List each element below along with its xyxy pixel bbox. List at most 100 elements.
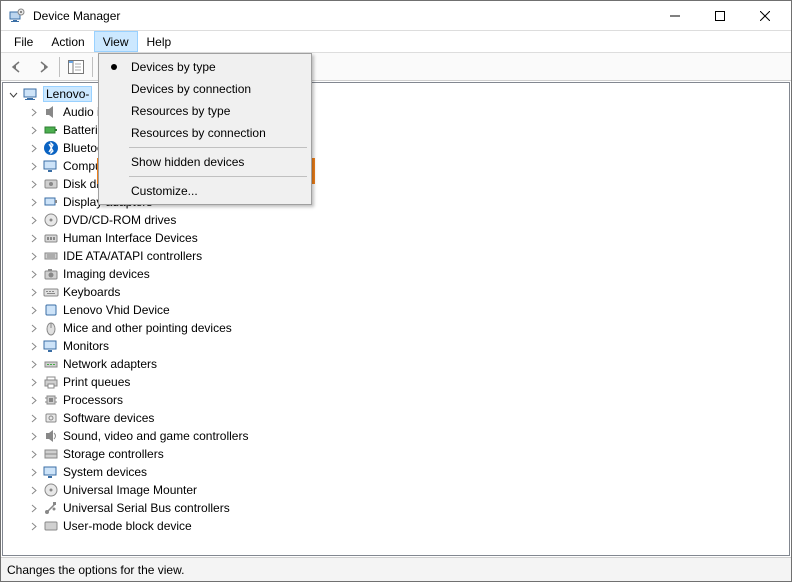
- expand-icon[interactable]: [27, 214, 39, 226]
- keyboard-icon: [43, 284, 59, 300]
- menu-item-customize[interactable]: Customize...: [101, 180, 309, 202]
- menu-file[interactable]: File: [5, 31, 42, 52]
- menubar: File Action View Help: [1, 31, 791, 53]
- tree-item-label: Sound, video and game controllers: [63, 429, 248, 443]
- tree-item-mice[interactable]: Mice and other pointing devices: [27, 319, 789, 337]
- device-icon: [43, 302, 59, 318]
- display-adapter-icon: [43, 194, 59, 210]
- ide-icon: [43, 248, 59, 264]
- tree-item-label: Storage controllers: [63, 447, 164, 461]
- expand-icon[interactable]: [27, 466, 39, 478]
- close-button[interactable]: [742, 2, 787, 30]
- tree-item-storage[interactable]: Storage controllers: [27, 445, 789, 463]
- tree-item-usb[interactable]: Universal Serial Bus controllers: [27, 499, 789, 517]
- menu-separator: [129, 147, 307, 148]
- status-text: Changes the options for the view.: [7, 563, 184, 577]
- menu-item-show-hidden-devices[interactable]: Show hidden devices: [101, 151, 309, 173]
- tree-item-label: System devices: [63, 465, 147, 479]
- expand-icon[interactable]: [27, 430, 39, 442]
- tree-item-sound[interactable]: Sound, video and game controllers: [27, 427, 789, 445]
- speaker-icon: [43, 104, 59, 120]
- toolbar-separator-2: [92, 57, 93, 77]
- tree-item-label: DVD/CD-ROM drives: [63, 213, 176, 227]
- expand-icon[interactable]: [27, 196, 39, 208]
- disk-icon: [43, 176, 59, 192]
- expand-icon[interactable]: [27, 448, 39, 460]
- expand-icon[interactable]: [27, 358, 39, 370]
- tree-item-label: User-mode block device: [63, 519, 192, 533]
- mount-icon: [43, 482, 59, 498]
- tree-item-processors[interactable]: Processors: [27, 391, 789, 409]
- tree-item-system[interactable]: System devices: [27, 463, 789, 481]
- expand-icon[interactable]: [27, 160, 39, 172]
- expand-icon[interactable]: [27, 178, 39, 190]
- expand-icon[interactable]: [27, 268, 39, 280]
- printer-icon: [43, 374, 59, 390]
- tree-item-label: Monitors: [63, 339, 109, 353]
- tree-item-ide[interactable]: IDE ATA/ATAPI controllers: [27, 247, 789, 265]
- tree-item-print[interactable]: Print queues: [27, 373, 789, 391]
- menu-item-resources-by-connection[interactable]: Resources by connection: [101, 122, 309, 144]
- menu-view[interactable]: View: [94, 31, 138, 52]
- menu-item-label: Devices by type: [131, 60, 216, 74]
- tree-item-label: Universal Serial Bus controllers: [63, 501, 230, 515]
- expand-icon[interactable]: [27, 250, 39, 262]
- monitor-icon: [43, 158, 59, 174]
- expand-icon[interactable]: [27, 340, 39, 352]
- software-icon: [43, 410, 59, 426]
- collapse-icon[interactable]: [7, 88, 19, 100]
- tree-item-label: Imaging devices: [63, 267, 150, 281]
- hid-icon: [43, 230, 59, 246]
- expand-icon[interactable]: [27, 142, 39, 154]
- minimize-button[interactable]: [652, 2, 697, 30]
- menu-item-devices-by-type[interactable]: Devices by type: [101, 56, 309, 78]
- titlebar: Device Manager: [1, 1, 791, 31]
- usb-icon: [43, 500, 59, 516]
- expand-icon[interactable]: [27, 232, 39, 244]
- expand-icon[interactable]: [27, 520, 39, 532]
- menu-item-label: Resources by connection: [131, 126, 266, 140]
- tree-item-uim[interactable]: Universal Image Mounter: [27, 481, 789, 499]
- tree-item-hid[interactable]: Human Interface Devices: [27, 229, 789, 247]
- tree-item-label: Universal Image Mounter: [63, 483, 197, 497]
- back-button[interactable]: [5, 55, 29, 79]
- tree-item-label: Lenovo Vhid Device: [63, 303, 170, 317]
- expand-icon[interactable]: [27, 394, 39, 406]
- menu-item-resources-by-type[interactable]: Resources by type: [101, 100, 309, 122]
- expand-icon[interactable]: [27, 412, 39, 424]
- monitor-icon: [43, 338, 59, 354]
- expand-icon[interactable]: [27, 322, 39, 334]
- menu-action[interactable]: Action: [42, 31, 93, 52]
- show-hide-tree-button[interactable]: [64, 55, 88, 79]
- tree-item-imaging[interactable]: Imaging devices: [27, 265, 789, 283]
- tree-item-software[interactable]: Software devices: [27, 409, 789, 427]
- expand-icon[interactable]: [27, 376, 39, 388]
- tree-item-network[interactable]: Network adapters: [27, 355, 789, 373]
- expand-icon[interactable]: [27, 124, 39, 136]
- radio-bullet-icon: [111, 64, 117, 70]
- tree-item-label: Mice and other pointing devices: [63, 321, 232, 335]
- tree-item-usermode[interactable]: User-mode block device: [27, 517, 789, 535]
- block-device-icon: [43, 518, 59, 534]
- maximize-button[interactable]: [697, 2, 742, 30]
- bluetooth-icon: [43, 140, 59, 156]
- expand-icon[interactable]: [27, 502, 39, 514]
- menu-item-devices-by-connection[interactable]: Devices by connection: [101, 78, 309, 100]
- tree-item-monitors[interactable]: Monitors: [27, 337, 789, 355]
- tree-item-label: Human Interface Devices: [63, 231, 198, 245]
- dvd-icon: [43, 212, 59, 228]
- window-title: Device Manager: [33, 9, 120, 23]
- expand-icon[interactable]: [27, 484, 39, 496]
- forward-button[interactable]: [31, 55, 55, 79]
- tree-item-label: Processors: [63, 393, 123, 407]
- tree-item-keyboards[interactable]: Keyboards: [27, 283, 789, 301]
- expand-icon[interactable]: [27, 304, 39, 316]
- menu-help[interactable]: Help: [138, 31, 181, 52]
- tree-item-dvd[interactable]: DVD/CD-ROM drives: [27, 211, 789, 229]
- camera-icon: [43, 266, 59, 282]
- menu-item-label: Customize...: [131, 184, 198, 198]
- tree-item-lenovo-vhid[interactable]: Lenovo Vhid Device: [27, 301, 789, 319]
- computer-icon: [23, 86, 39, 102]
- expand-icon[interactable]: [27, 106, 39, 118]
- expand-icon[interactable]: [27, 286, 39, 298]
